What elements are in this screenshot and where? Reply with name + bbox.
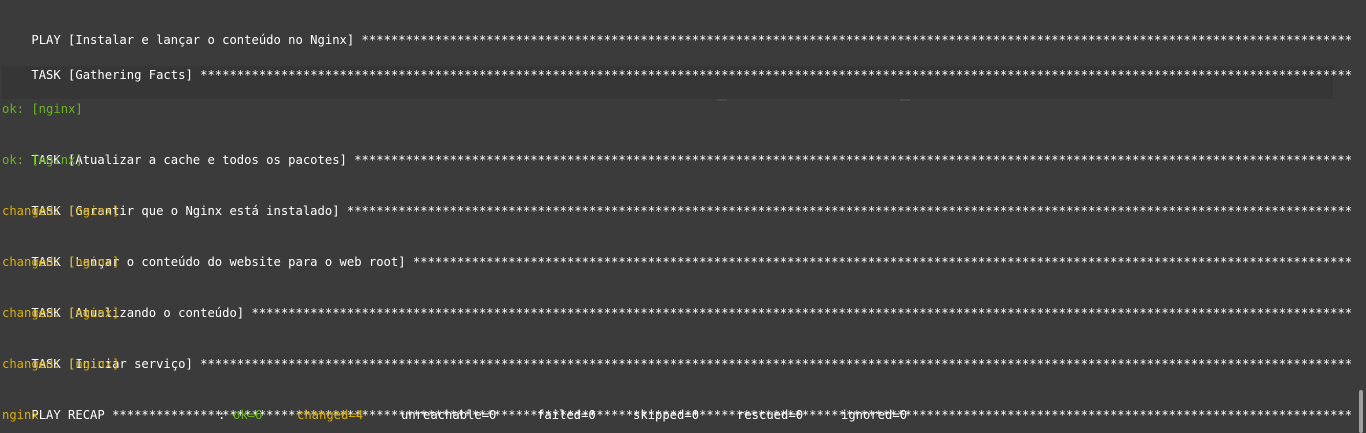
- stars-fill: ****************************************…: [346, 153, 1352, 167]
- recap-ignored: ignored=0: [841, 408, 908, 422]
- recap-ok: ok=6: [233, 408, 263, 422]
- task-header-line: TASK [Lançar o conteúdo do website para …: [2, 237, 1352, 269]
- task-status-ok: ok: [nginx]: [2, 153, 83, 167]
- task-status-ok: ok: [nginx]: [2, 102, 83, 116]
- selection-mark: [717, 99, 727, 101]
- recap-skipped: skipped=0: [633, 408, 700, 422]
- task-header-line: TASK [Garantir que o Nginx está instalad…: [2, 186, 1352, 218]
- task-status-changed: changed: [nginx]: [2, 306, 120, 320]
- stars-fill: ****************************************…: [354, 33, 1352, 47]
- task-header-line: TASK [Gathering Facts] *****************…: [2, 50, 1352, 82]
- stars-fill: ****************************************…: [405, 255, 1352, 269]
- terminal-output: PLAY [Instalar e lançar o conteúdo no Ng…: [2, 0, 1352, 433]
- task-header: TASK [Gathering Facts]: [31, 68, 193, 82]
- play-header: PLAY [Instalar e lançar o conteúdo no Ng…: [31, 33, 355, 47]
- stars-fill: ****************************************…: [244, 306, 1352, 320]
- recap-separator: :: [218, 408, 226, 422]
- stars-fill: ****************************************…: [339, 204, 1352, 218]
- recap-host: nginx: [2, 408, 39, 422]
- recap-unreachable: unreachable=0: [401, 408, 497, 422]
- task-status-changed: changed: [nginx]: [2, 204, 120, 218]
- task-header-line: TASK [Iniciar serviço] *****************…: [2, 339, 1352, 371]
- stars-fill: ****************************************…: [192, 357, 1352, 371]
- stars-fill: ****************************************…: [192, 68, 1352, 82]
- play-header-line: PLAY [Instalar e lançar o conteúdo no Ng…: [2, 15, 1352, 47]
- recap-header-line: PLAY RECAP *****************************…: [2, 390, 1352, 422]
- scrollbar-thumb[interactable]: [1359, 390, 1363, 433]
- selection-mark: [900, 99, 910, 101]
- task-status-changed: changed: [nginx]: [2, 255, 120, 269]
- recap-rescued: rescued=0: [737, 408, 804, 422]
- recap-row: nginx : ok=6 changed=4 unreachable=0 fai…: [2, 407, 1342, 424]
- vertical-scrollbar[interactable]: [1353, 0, 1366, 433]
- task-header-line: TASK [Atualizar a cache e todos os pacot…: [2, 135, 1352, 167]
- recap-failed: failed=0: [537, 408, 596, 422]
- task-header-line: TASK [Atualizando o conteúdo] **********…: [2, 288, 1352, 320]
- recap-changed: changed=4: [297, 408, 364, 422]
- task-status-changed: changed: [nginx]: [2, 357, 120, 371]
